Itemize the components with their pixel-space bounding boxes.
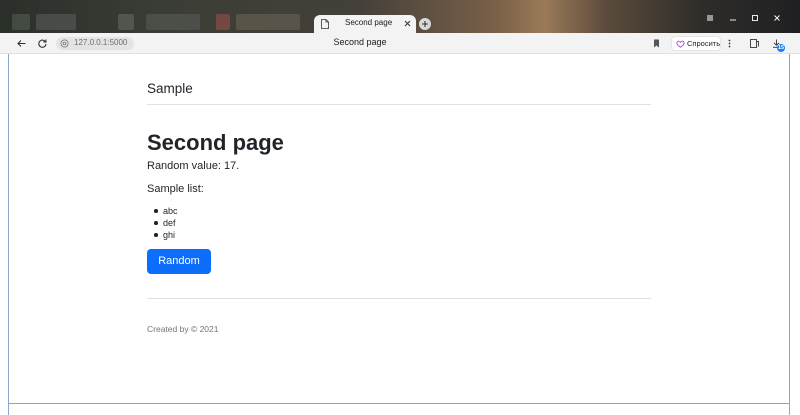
list-heading: Sample list: [147,183,204,195]
random-button[interactable]: Random [147,249,211,274]
window-frame-right [789,54,800,415]
omnibox-page-title: Second page [333,37,387,47]
page-title: Second page [147,130,284,155]
menu-icon[interactable] [704,13,716,23]
minimize-icon[interactable] [727,13,739,23]
maximize-icon[interactable] [749,13,761,23]
browser-window: Second page 127.0.0.1:5000 Second page С… [0,0,800,415]
ask-button-label: Спросить [687,39,721,48]
random-value-text: Random value: 17. [147,160,240,172]
window-close-icon[interactable] [771,13,783,23]
tab-title: Second page [345,18,393,27]
blurred-tab[interactable] [216,14,230,30]
window-frame-bottom [9,403,789,415]
header-divider [147,104,651,105]
footer-text: Created by © 2021 [147,324,219,334]
bookmark-icon[interactable] [651,38,662,49]
title-bar: Second page [0,0,800,33]
ai-assistant-icon [676,40,685,48]
close-icon[interactable] [403,19,412,28]
url-text[interactable]: 127.0.0.1:5000 [74,38,127,47]
more-vertical-icon[interactable] [724,38,735,49]
list-item: abc [147,205,178,217]
page-icon [321,19,329,29]
tab-second-page[interactable]: Second page [314,15,416,33]
reload-icon[interactable] [37,38,48,49]
back-arrow-icon[interactable] [16,38,27,49]
blurred-tab[interactable] [12,14,30,30]
sample-list: abc def ghi [147,205,178,241]
downloads-count-badge: 15 [777,44,785,52]
browser-toolbar: 127.0.0.1:5000 Second page Спросить [0,33,800,54]
blurred-tab[interactable] [146,14,200,30]
list-item: ghi [147,229,178,241]
blurred-tab[interactable] [118,14,134,30]
pinned-tabs-area [10,14,310,30]
new-tab-button[interactable] [419,18,431,30]
ask-button[interactable]: Спросить [671,36,721,51]
blurred-tab[interactable] [236,14,300,30]
page-viewport: Sample Second page Random value: 17. Sam… [10,54,789,403]
footer-divider [147,298,651,299]
list-item: def [147,217,178,229]
site-info-icon[interactable] [60,39,69,48]
site-brand[interactable]: Sample [147,81,193,96]
plus-icon [422,21,428,27]
window-frame-left [0,54,9,415]
blurred-tab[interactable] [36,14,76,30]
collections-icon[interactable] [749,38,760,49]
